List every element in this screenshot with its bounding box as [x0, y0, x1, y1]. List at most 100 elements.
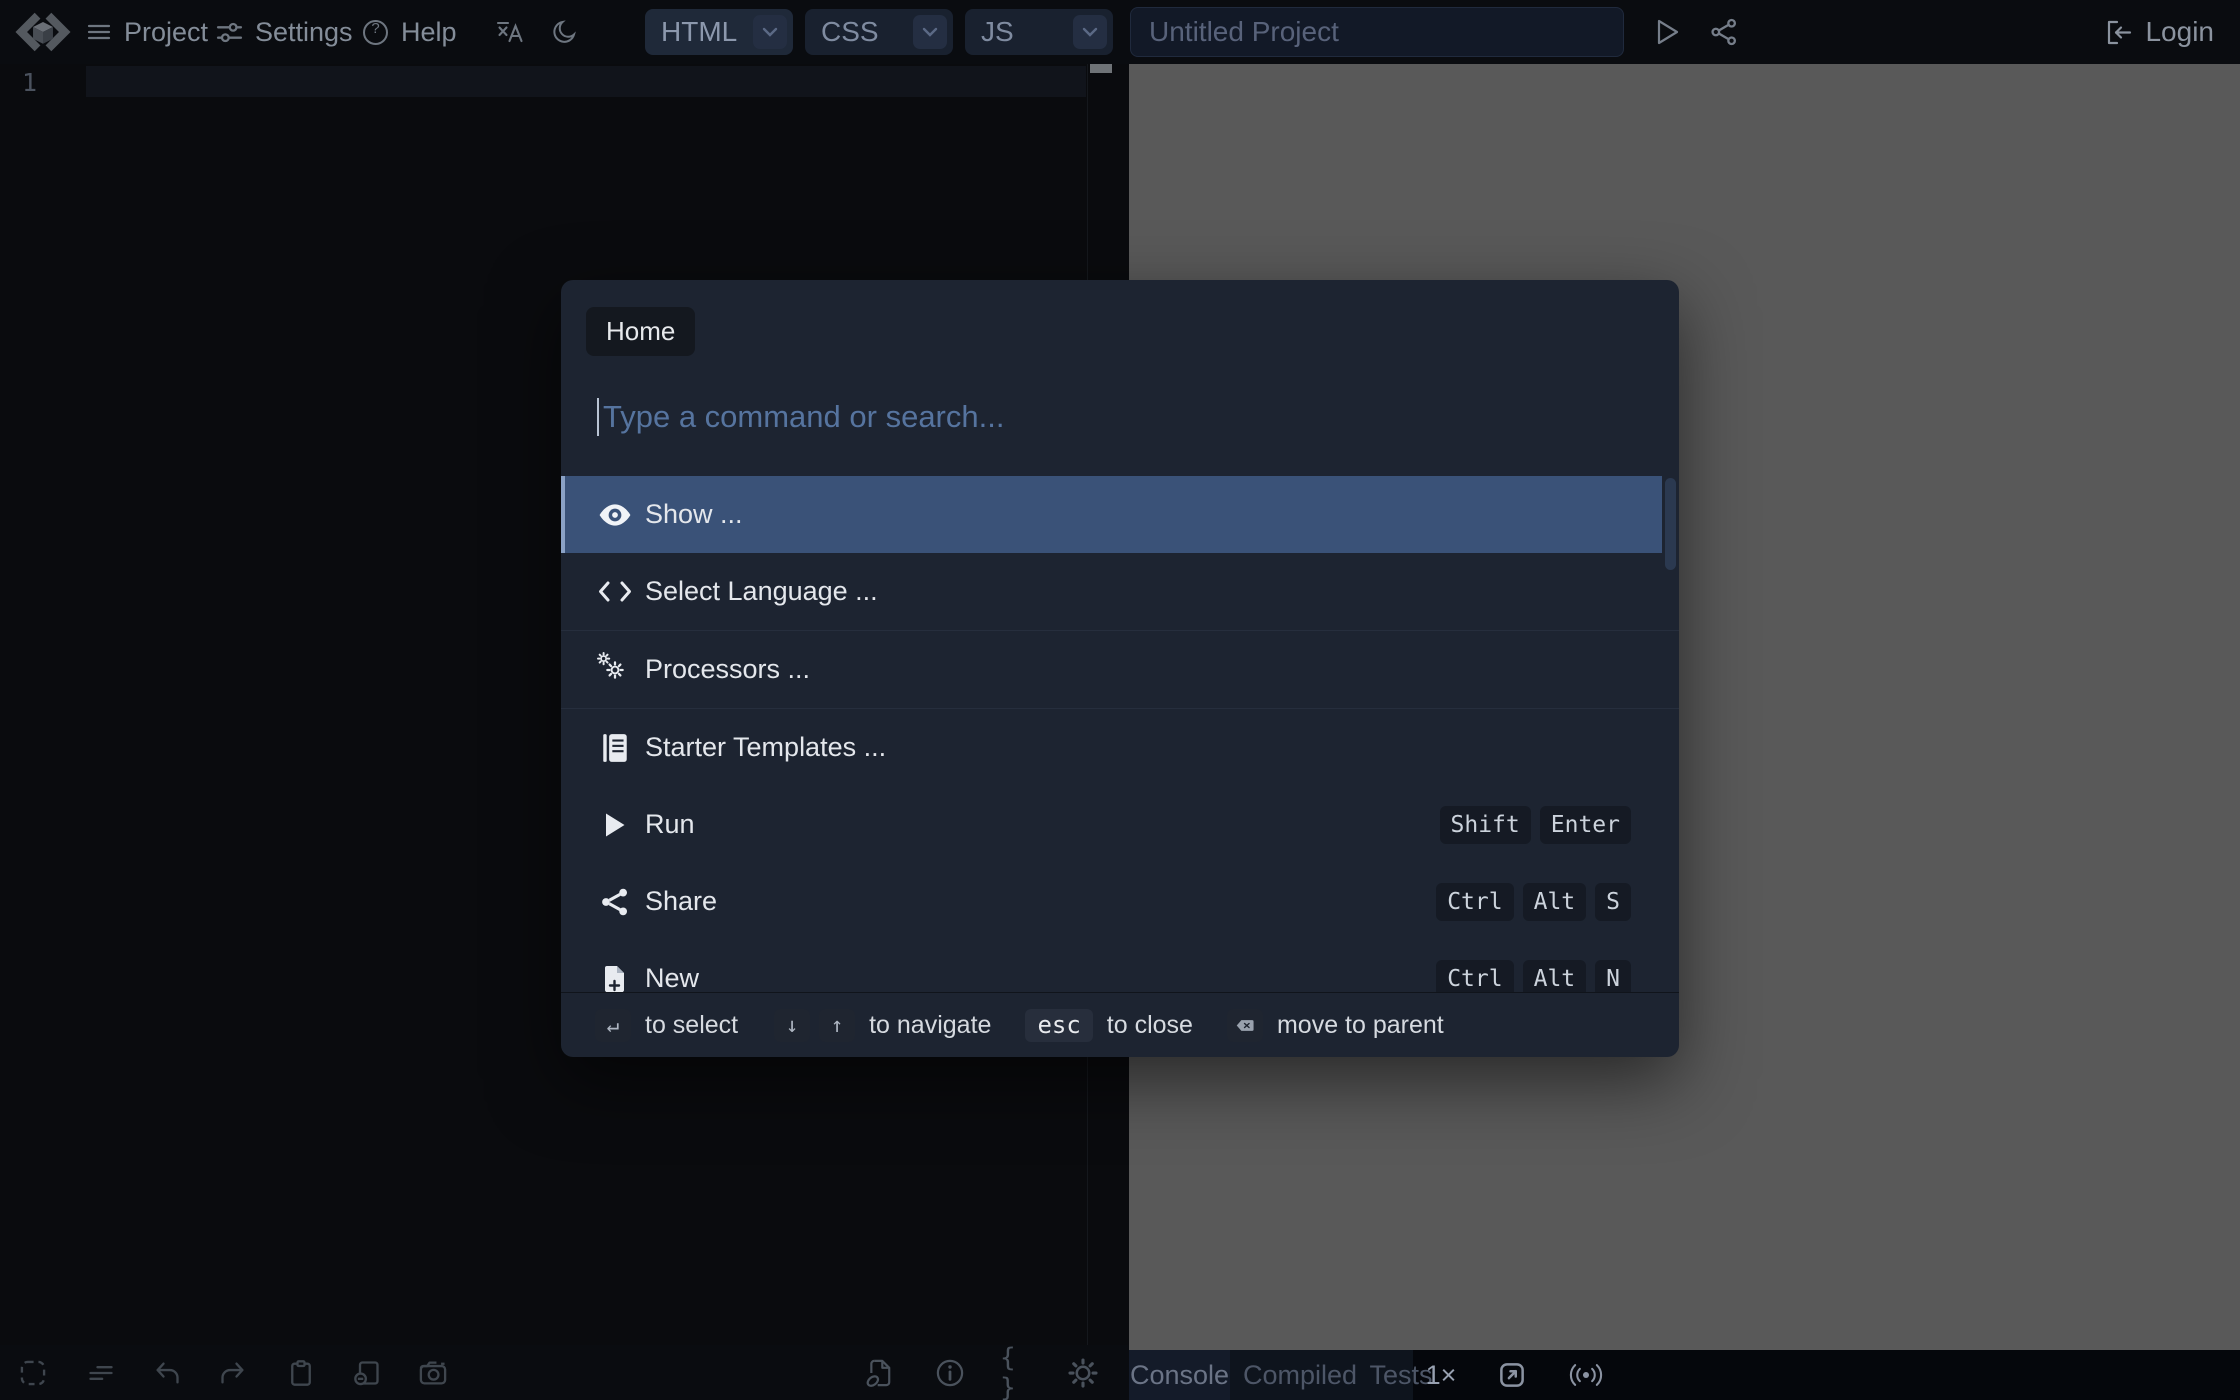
- palette-footer: ↵ to select ↓ ↑ to navigate esc to close…: [561, 992, 1679, 1057]
- login-icon: [2106, 19, 2133, 46]
- moon-icon: [552, 19, 578, 45]
- braces-icon[interactable]: { }: [1000, 1358, 1030, 1388]
- translate-icon: [496, 18, 524, 46]
- tab-compiled-label: Compiled: [1243, 1360, 1357, 1391]
- tab-html[interactable]: HTML: [645, 9, 793, 55]
- editor-active-line: [86, 66, 1086, 97]
- keycap: Ctrl: [1436, 960, 1513, 993]
- eye-icon: [597, 497, 633, 533]
- command-item-starter-templates[interactable]: Starter Templates ...: [561, 709, 1679, 786]
- info-icon[interactable]: [935, 1358, 965, 1388]
- keycap: N: [1595, 960, 1631, 993]
- menu-settings-label: Settings: [255, 17, 353, 48]
- editor-scrollbar-thumb[interactable]: [1090, 64, 1112, 73]
- preview-statusbar: Console Compiled Tests 1×: [1129, 1350, 2240, 1400]
- command-palette: Home Type a command or search... Show ..…: [561, 280, 1679, 1057]
- backspace-icon: [1236, 1019, 1254, 1032]
- command-item-new[interactable]: New Ctrl Alt N: [561, 940, 1679, 992]
- shortcut-keys: Ctrl Alt S: [1436, 883, 1631, 921]
- tab-css-label: CSS: [821, 16, 879, 48]
- line-number: 1: [22, 68, 37, 97]
- command-item-processors[interactable]: Processors ...: [561, 631, 1679, 708]
- enter-key-hint: ↵: [595, 1009, 631, 1042]
- play-icon: [597, 807, 633, 843]
- breadcrumb[interactable]: Home: [586, 307, 695, 356]
- login-label: Login: [2145, 16, 2214, 48]
- share-icon: [597, 884, 633, 920]
- keycap: Enter: [1540, 806, 1631, 844]
- redo-icon[interactable]: [218, 1358, 248, 1388]
- gears-icon: [597, 652, 633, 688]
- menu-help[interactable]: ? Help: [362, 0, 457, 64]
- menu-help-label: Help: [401, 17, 457, 48]
- footer-hint-navigate: to navigate: [869, 1011, 991, 1040]
- play-outline-icon: [1655, 18, 1681, 46]
- menu-project[interactable]: Project: [86, 0, 208, 64]
- run-button[interactable]: [1650, 14, 1686, 50]
- command-item-label: Starter Templates ...: [645, 732, 886, 763]
- tab-css[interactable]: CSS: [805, 9, 953, 55]
- editor-toolbar: { }: [0, 1345, 1129, 1400]
- share-button[interactable]: [1706, 14, 1742, 50]
- live-reload-icon[interactable]: [1569, 1361, 1603, 1389]
- menu-project-label: Project: [124, 17, 208, 48]
- screenshot-icon[interactable]: [418, 1358, 448, 1388]
- search-placeholder: Type a command or search...: [603, 399, 1004, 435]
- app-logo[interactable]: [14, 10, 72, 54]
- command-item-run[interactable]: Run Shift Enter: [561, 786, 1679, 863]
- command-item-label: Run: [645, 809, 695, 840]
- paste-icon[interactable]: [286, 1358, 316, 1388]
- open-external-icon[interactable]: [1495, 1361, 1529, 1389]
- command-search-input[interactable]: Type a command or search...: [597, 396, 1004, 438]
- hamburger-icon: [86, 19, 112, 45]
- html-language-dropdown[interactable]: [753, 15, 787, 49]
- code-icon: [597, 574, 633, 610]
- zoom-level-label: 1×: [1426, 1360, 1457, 1391]
- undo-icon[interactable]: [152, 1358, 182, 1388]
- format-icon[interactable]: [86, 1358, 116, 1388]
- theme-toggle[interactable]: [552, 0, 578, 64]
- login-button[interactable]: Login: [2106, 0, 2214, 64]
- js-language-dropdown[interactable]: [1073, 15, 1107, 49]
- top-bar: Project Settings ? Help HTM: [0, 0, 2240, 64]
- menu-settings[interactable]: Settings: [216, 0, 353, 64]
- tab-console[interactable]: Console: [1129, 1350, 1230, 1400]
- keycap: Ctrl: [1436, 883, 1513, 921]
- command-item-label: New: [645, 963, 699, 992]
- keycap: S: [1595, 883, 1631, 921]
- file-link-icon[interactable]: [865, 1358, 895, 1388]
- command-item-show[interactable]: Show ...: [561, 476, 1662, 553]
- command-item-select-language[interactable]: Select Language ...: [561, 553, 1679, 630]
- preview-zoom-control[interactable]: 1×: [1413, 1350, 1469, 1400]
- share-icon: [1710, 18, 1738, 46]
- settings-gear-icon[interactable]: [1068, 1358, 1098, 1388]
- chevron-down-icon: [922, 27, 938, 37]
- breadcrumb-label: Home: [606, 316, 675, 346]
- tab-compiled[interactable]: Compiled: [1239, 1350, 1361, 1400]
- command-item-label: Processors ...: [645, 654, 810, 685]
- select-region-icon[interactable]: [18, 1358, 48, 1388]
- sliders-icon: [216, 19, 243, 46]
- project-name-input[interactable]: [1130, 7, 1624, 57]
- app-root: Project Settings ? Help HTM: [0, 0, 2240, 1400]
- translate-button[interactable]: [496, 0, 524, 64]
- tab-js[interactable]: JS: [965, 9, 1113, 55]
- tab-js-label: JS: [981, 16, 1014, 48]
- shortcut-keys: Shift Enter: [1440, 806, 1632, 844]
- command-item-label: Select Language ...: [645, 576, 878, 607]
- help-icon: ?: [362, 19, 389, 46]
- footer-hint-close: to close: [1107, 1011, 1193, 1040]
- css-language-dropdown[interactable]: [913, 15, 947, 49]
- palette-scrollbar-thumb[interactable]: [1665, 478, 1676, 570]
- command-item-share[interactable]: Share Ctrl Alt S: [561, 863, 1679, 940]
- arrow-up-key-hint: ↑: [819, 1009, 855, 1042]
- footer-hint-parent: move to parent: [1277, 1011, 1444, 1040]
- copy-link-icon[interactable]: [352, 1358, 382, 1388]
- arrow-down-key-hint: ↓: [774, 1009, 810, 1042]
- text-cursor: [597, 398, 599, 436]
- keycap: Alt: [1523, 960, 1587, 993]
- keycap: Alt: [1523, 883, 1587, 921]
- tab-html-label: HTML: [661, 16, 737, 48]
- shortcut-keys: Ctrl Alt N: [1436, 960, 1631, 993]
- command-item-label: Show ...: [645, 499, 743, 530]
